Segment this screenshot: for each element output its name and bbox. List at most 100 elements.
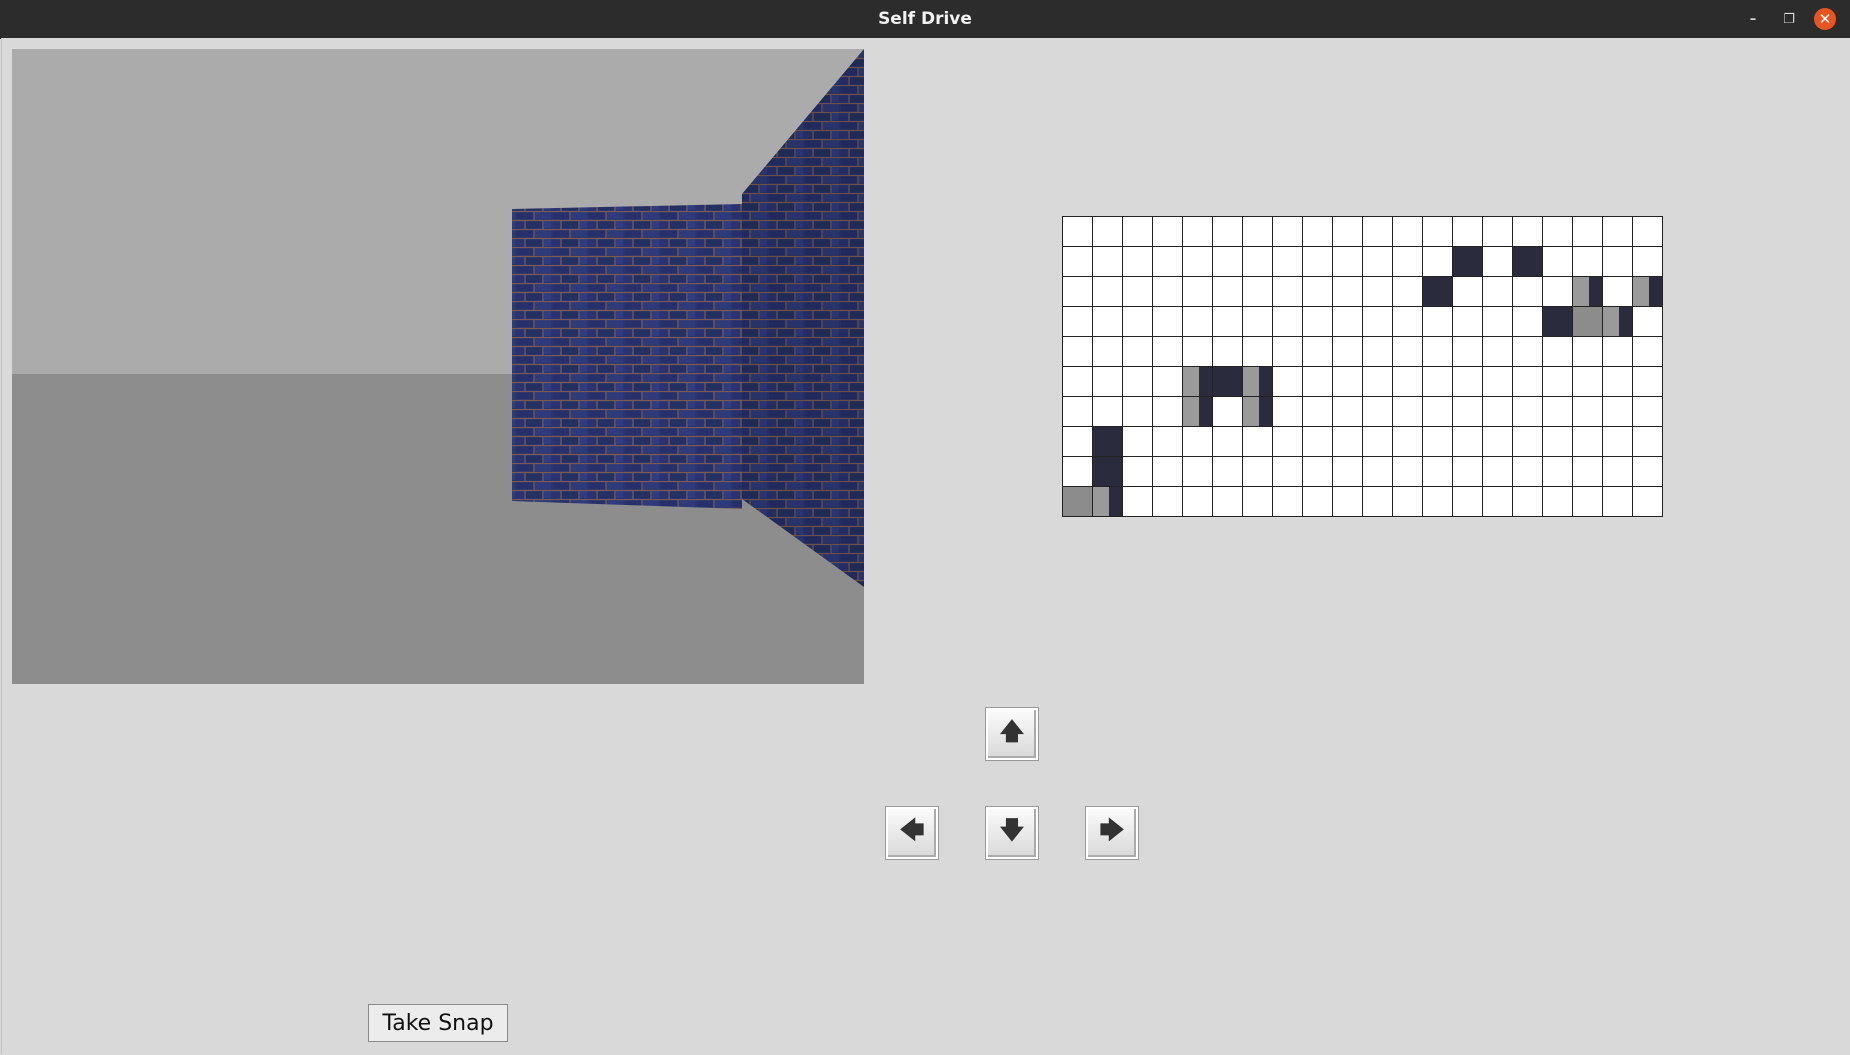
minimap-cell	[1572, 246, 1602, 276]
minimap-cell	[1392, 486, 1422, 516]
minimap-cell	[1152, 486, 1182, 516]
minimap-cell	[1332, 426, 1362, 456]
minimap-cell	[1062, 426, 1092, 456]
minimap-cell	[1422, 246, 1452, 276]
minimap-cell	[1632, 306, 1662, 336]
minimap-cell	[1212, 246, 1242, 276]
minimap-cell	[1152, 336, 1182, 366]
minimap-cell	[1272, 276, 1302, 306]
minimap-cell	[1542, 336, 1572, 366]
minimap-cell	[1092, 306, 1122, 336]
minimap-wall-cell	[1602, 306, 1632, 336]
minimap-cell	[1302, 216, 1332, 246]
far-wall	[512, 204, 742, 509]
minimap-cell	[1572, 486, 1602, 516]
minimap-cell	[1332, 306, 1362, 336]
minimap-cell	[1152, 396, 1182, 426]
minimap-cell	[1602, 396, 1632, 426]
minimap-cell	[1122, 456, 1152, 486]
minimap-cell	[1212, 456, 1242, 486]
minimap-cell	[1092, 276, 1122, 306]
minimap-cell	[1122, 366, 1152, 396]
arrow-up-icon: 🡅	[999, 716, 1025, 745]
minimap-cell	[1422, 216, 1452, 246]
minimap-wall-cell	[1632, 276, 1662, 306]
arrow-down-icon: 🡇	[999, 815, 1025, 844]
minimap-cell	[1482, 486, 1512, 516]
minimap-cell	[1062, 276, 1092, 306]
minimap-cell	[1602, 216, 1632, 246]
minimap-cell	[1332, 216, 1362, 246]
minimap-cell	[1452, 396, 1482, 426]
minimap-wall-cell	[1572, 306, 1602, 336]
close-button[interactable]: ✕	[1814, 8, 1836, 30]
minimap-cell	[1152, 456, 1182, 486]
minimap-cell	[1272, 366, 1302, 396]
minimap-cell	[1572, 396, 1602, 426]
minimap-cell	[1512, 306, 1542, 336]
minimap-cell	[1182, 306, 1212, 336]
up-arrow-button[interactable]: 🡅	[986, 708, 1038, 760]
minimap-cell	[1182, 246, 1212, 276]
minimap-cell	[1362, 486, 1392, 516]
minimap-cell	[1422, 366, 1452, 396]
minimap-cell	[1422, 336, 1452, 366]
minimap-cell	[1122, 306, 1152, 336]
minimap-cell	[1092, 336, 1122, 366]
minimap-cell	[1572, 366, 1602, 396]
minimap-cell	[1542, 276, 1572, 306]
minimap-cell	[1062, 366, 1092, 396]
minimap-cell	[1332, 276, 1362, 306]
minimap-cell	[1422, 306, 1452, 336]
down-arrow-button[interactable]: 🡇	[986, 807, 1038, 859]
minimap-cell	[1362, 366, 1392, 396]
arrow-right-icon: 🡆	[1099, 815, 1125, 844]
window-title: Self Drive	[878, 9, 972, 29]
minimap-cell	[1482, 306, 1512, 336]
minimap-cell	[1272, 306, 1302, 336]
minimap-wall-cell	[1182, 396, 1212, 426]
minimap-cell	[1242, 336, 1272, 366]
minimap-cell	[1212, 486, 1242, 516]
maximize-button[interactable]: ❐	[1778, 8, 1800, 30]
minimap-wall-cell	[1212, 366, 1242, 396]
left-arrow-button[interactable]: 🡄	[886, 807, 938, 859]
minimap-cell	[1602, 486, 1632, 516]
minimap-cell	[1182, 216, 1212, 246]
minimap-cell	[1482, 336, 1512, 366]
minimap-cell	[1362, 246, 1392, 276]
take-snap-button[interactable]: Take Snap	[368, 1004, 508, 1042]
minimap-cell	[1512, 426, 1542, 456]
minimap-cell	[1062, 456, 1092, 486]
minimap-wall-cell	[1182, 366, 1212, 396]
minimap-cell	[1332, 456, 1362, 486]
title-bar: Self Drive – ❐ ✕	[0, 0, 1850, 39]
minimap-cell	[1482, 246, 1512, 276]
minimap-cell	[1302, 456, 1332, 486]
minimap-cell	[1152, 366, 1182, 396]
minimize-button[interactable]: –	[1742, 8, 1764, 30]
minimap-cell	[1452, 426, 1482, 456]
minimap-cell	[1122, 276, 1152, 306]
minimap-cell	[1182, 336, 1212, 366]
minimap-cell	[1272, 456, 1302, 486]
minimap-cell	[1272, 426, 1302, 456]
minimap-cell	[1542, 216, 1572, 246]
maze-minimap	[1062, 216, 1663, 517]
minimap-cell	[1062, 246, 1092, 276]
minimap-wall-cell	[1062, 486, 1092, 516]
right-arrow-button[interactable]: 🡆	[1086, 807, 1138, 859]
minimap-cell	[1212, 216, 1242, 246]
minimap-cell	[1422, 456, 1452, 486]
minimap-cell	[1392, 426, 1422, 456]
minimap-cell	[1602, 246, 1632, 276]
minimap-cell	[1182, 486, 1212, 516]
minimap-cell	[1602, 366, 1632, 396]
minimap-cell	[1542, 366, 1572, 396]
minimap-wall-cell	[1542, 306, 1572, 336]
minimap-cell	[1302, 396, 1332, 426]
minimap-cell	[1362, 426, 1392, 456]
minimap-cell	[1152, 216, 1182, 246]
minimap-cell	[1302, 486, 1332, 516]
window-controls: – ❐ ✕	[1742, 8, 1836, 30]
